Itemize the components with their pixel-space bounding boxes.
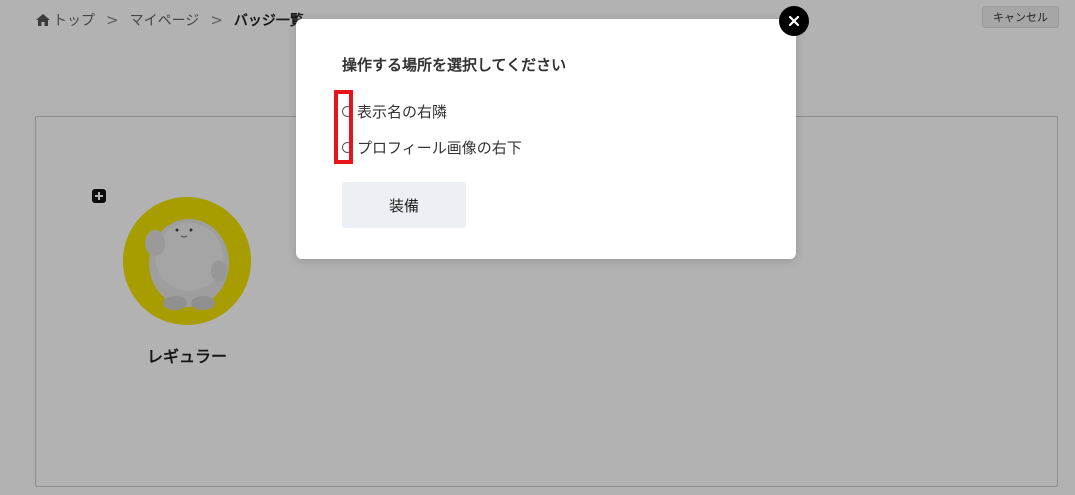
modal-title: 操作する場所を選択してください — [342, 56, 567, 74]
option-profile-image-bottom-right[interactable]: プロフィール画像の右下 — [342, 136, 522, 158]
option-label: プロフィール画像の右下 — [357, 138, 522, 157]
option-next-to-display-name[interactable]: 表示名の右隣 — [342, 100, 447, 122]
option-label: 表示名の右隣 — [357, 102, 448, 121]
select-location-modal: 操作する場所を選択してください 表示名の右隣 プロフィール画像の右下 装備 — [296, 19, 796, 259]
radio-highlight-box — [334, 90, 353, 164]
equip-button[interactable]: 装備 — [342, 182, 466, 228]
close-button[interactable] — [779, 6, 809, 36]
close-icon — [788, 15, 800, 27]
